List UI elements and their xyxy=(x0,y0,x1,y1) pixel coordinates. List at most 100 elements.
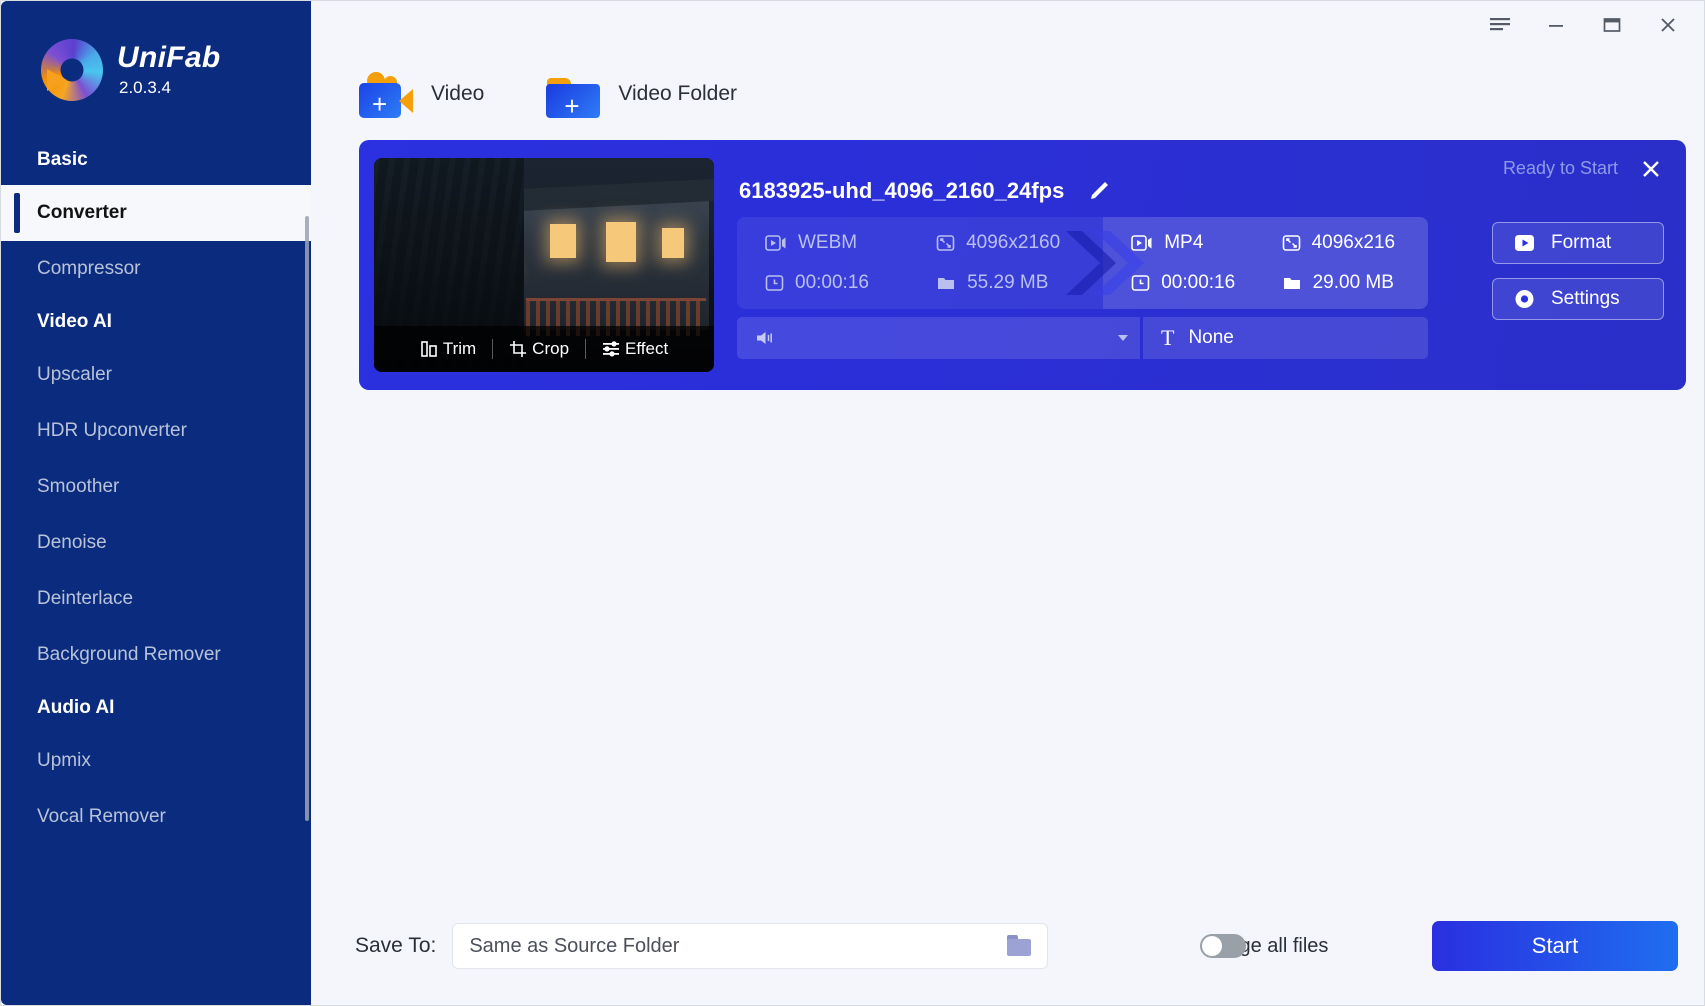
output-format-label: MP4 xyxy=(1164,232,1204,253)
brand-name: UniFab xyxy=(117,40,221,74)
source-duration-label: 00:00:16 xyxy=(795,272,869,293)
remove-task-icon[interactable] xyxy=(1638,156,1664,182)
trim-label: Trim xyxy=(442,339,477,358)
merge-all-files-toggle[interactable] xyxy=(1200,934,1247,958)
output-info: MP4 4096x216 00:00:16 29.00 MB xyxy=(1103,217,1428,309)
add-video-label: Video xyxy=(431,82,485,105)
close-icon[interactable] xyxy=(1646,8,1690,42)
sidebar-item-deinterlace[interactable]: Deinterlace xyxy=(1,571,311,627)
video-format-icon xyxy=(765,235,786,251)
resolution-icon xyxy=(1282,235,1300,251)
sidebar-item-label: Background Remover xyxy=(37,644,221,665)
output-resolution-label: 4096x216 xyxy=(1311,232,1396,253)
sidebar-item-upscaler[interactable]: Upscaler xyxy=(1,347,311,403)
source-resolution-label: 4096x2160 xyxy=(966,232,1061,253)
sidebar-item-label: Upscaler xyxy=(37,364,112,385)
settings-button-label: Settings xyxy=(1551,288,1620,309)
sidebar-item-label: Upmix xyxy=(37,750,91,771)
crop-button[interactable]: Crop xyxy=(493,339,585,359)
sidebar-item-vocal-remover[interactable]: Vocal Remover xyxy=(1,789,311,845)
effect-button[interactable]: Effect xyxy=(586,339,684,359)
sidebar-item-converter[interactable]: Converter xyxy=(1,185,311,241)
sidebar-item-label: Converter xyxy=(37,202,127,223)
effect-label: Effect xyxy=(625,339,669,358)
format-button[interactable]: Format xyxy=(1492,222,1664,264)
add-video-button[interactable]: + Video xyxy=(359,70,484,118)
sidebar-item-denoise[interactable]: Denoise xyxy=(1,515,311,571)
chevron-down-icon xyxy=(1118,335,1128,341)
trim-button[interactable]: Trim xyxy=(404,339,492,359)
video-format-icon xyxy=(1131,235,1152,251)
sidebar-nav: Basic Converter Compressor Video AI Upsc… xyxy=(1,135,311,845)
sidebar-item-label: Deinterlace xyxy=(37,588,134,609)
output-duration-label: 00:00:16 xyxy=(1161,272,1236,293)
effect-icon xyxy=(603,341,620,357)
sidebar-group-basic: Basic xyxy=(37,149,88,170)
app-version: 2.0.3.4 xyxy=(119,78,171,98)
sidebar: UniFab 2.0.3.4 Basic Converter Compresso… xyxy=(1,1,311,1005)
sidebar-item-background-remover[interactable]: Background Remover xyxy=(1,627,311,683)
sidebar-item-label: Compressor xyxy=(37,258,141,279)
source-size: 55.29 MB xyxy=(936,263,1103,303)
edit-pencil-icon[interactable] xyxy=(1086,178,1112,204)
hamburger-icon[interactable] xyxy=(1478,8,1522,42)
format-button-label: Format xyxy=(1551,232,1612,253)
unifab-logo-icon xyxy=(41,39,103,101)
source-duration: 00:00:16 xyxy=(765,263,932,303)
audio-select-left xyxy=(755,329,787,347)
browse-folder-icon[interactable] xyxy=(1007,935,1032,956)
audio-track-select[interactable] xyxy=(737,317,1140,359)
track-selectors: T None xyxy=(737,317,1428,359)
subtitle-text-icon: T xyxy=(1161,325,1175,350)
thumbnail-tools: Trim Crop Effect xyxy=(374,326,714,372)
settings-button[interactable]: Settings xyxy=(1492,278,1664,320)
resolution-icon xyxy=(936,235,955,251)
output-format: MP4 xyxy=(1131,223,1277,263)
sidebar-scrollbar[interactable] xyxy=(305,216,309,821)
toggle-knob xyxy=(1202,936,1223,956)
subtitle-track-label: None xyxy=(1188,327,1234,348)
gear-icon xyxy=(1515,290,1534,308)
volume-icon xyxy=(757,332,772,344)
sidebar-item-label: HDR Upconverter xyxy=(37,420,187,441)
output-duration: 00:00:16 xyxy=(1131,263,1277,303)
source-format: WEBM xyxy=(765,223,932,263)
add-source-toolbar: + Video + Video Folder xyxy=(311,49,1704,133)
format-icon xyxy=(1515,235,1534,251)
video-thumbnail[interactable]: Trim Crop Effect xyxy=(374,158,714,372)
sidebar-item-hdr-upconverter[interactable]: HDR Upconverter xyxy=(1,403,311,459)
save-to-input[interactable]: Same as Source Folder xyxy=(452,923,1049,969)
brand: UniFab 2.0.3.4 xyxy=(1,1,311,101)
sidebar-group-audio-ai: Audio AI xyxy=(37,697,115,718)
crop-label: Crop xyxy=(532,339,570,358)
sidebar-item-label: Smoother xyxy=(37,476,120,497)
source-resolution: 4096x2160 xyxy=(936,223,1103,263)
task-status-label: Ready to Start xyxy=(1502,158,1618,178)
maximize-icon[interactable] xyxy=(1590,8,1634,42)
format-info-bar: WEBM 4096x2160 00:00:16 55.29 MB MP4 409… xyxy=(737,217,1428,309)
sidebar-item-upmix[interactable]: Upmix xyxy=(1,733,311,789)
add-video-folder-button[interactable]: + Video Folder xyxy=(546,70,738,119)
titlebar xyxy=(311,1,1704,49)
save-to-value: Same as Source Folder xyxy=(469,934,680,957)
add-video-icon: + xyxy=(359,70,415,118)
duration-clock-icon xyxy=(1131,275,1150,291)
start-button[interactable]: Start xyxy=(1432,921,1678,971)
filesize-folder-icon xyxy=(938,278,955,289)
task-filename: 6183925-uhd_4096_2160_24fps xyxy=(739,178,1065,203)
source-format-label: WEBM xyxy=(798,232,858,253)
sidebar-group-video-ai: Video AI xyxy=(37,311,112,332)
bottom-bar: Save To: Same as Source Folder Merge all… xyxy=(311,887,1704,1005)
trim-icon xyxy=(421,341,437,357)
add-video-folder-label: Video Folder xyxy=(618,82,738,105)
save-to-label: Save To: xyxy=(355,934,437,957)
subtitle-track-select[interactable]: T None xyxy=(1143,317,1428,359)
output-resolution: 4096x216 xyxy=(1282,223,1428,263)
task-actions: Format Settings xyxy=(1492,222,1664,320)
output-size-label: 29.00 MB xyxy=(1312,272,1394,293)
sidebar-item-smoother[interactable]: Smoother xyxy=(1,459,311,515)
sidebar-item-compressor[interactable]: Compressor xyxy=(1,241,311,297)
minimize-icon[interactable] xyxy=(1534,8,1578,42)
add-video-folder-icon: + xyxy=(546,70,602,119)
